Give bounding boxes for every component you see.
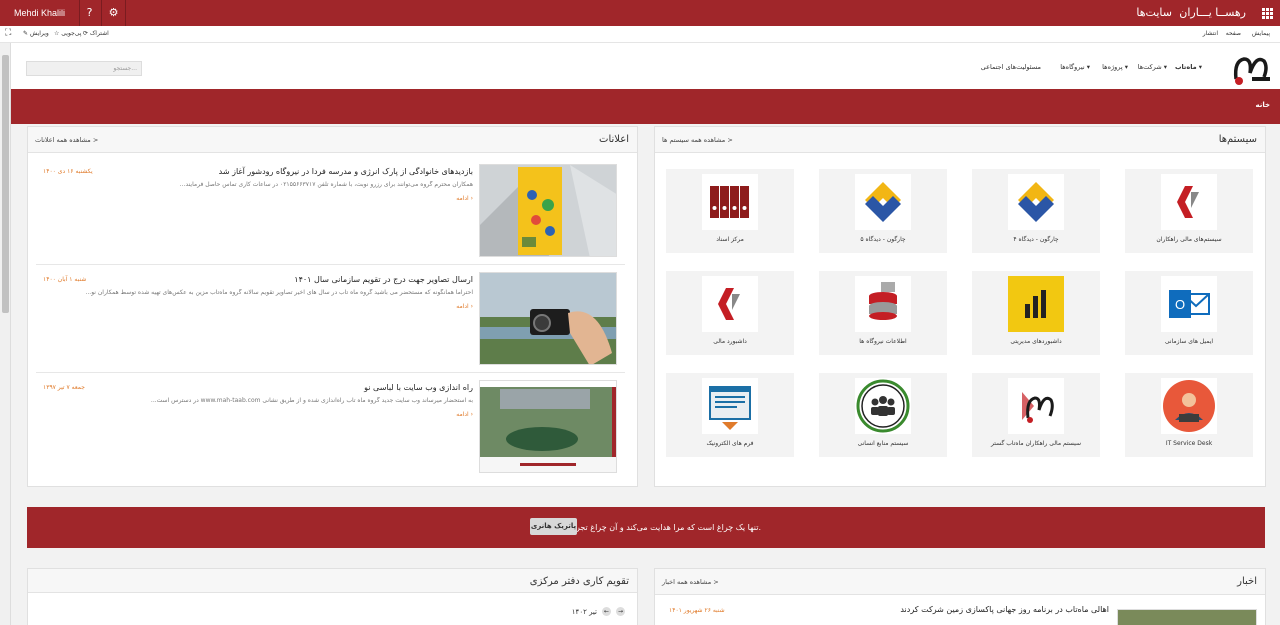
news-thumbnail[interactable] bbox=[1117, 609, 1257, 625]
rahkaran-icon bbox=[1161, 174, 1217, 230]
announcement-thumbnail[interactable] bbox=[479, 380, 617, 473]
announcement-item[interactable]: راه اندازی وب سایت با لباسی نو جمعه ۷ تی… bbox=[36, 377, 625, 481]
website-screenshot-icon bbox=[480, 381, 616, 472]
chargoon-icon bbox=[855, 174, 911, 230]
calendar-title: تقویم کاری دفتر مرکزی bbox=[529, 576, 629, 587]
system-tile-powerbi[interactable]: داشبوردهای مدیریتی bbox=[972, 271, 1100, 355]
system-tile-mahtaab-finance[interactable]: سیستم مالی راهکاران ماه‌تاب گستر bbox=[972, 373, 1100, 457]
announcements-header: اعلانات مشاهده همه اعلانات > bbox=[28, 127, 637, 153]
mahtaab-logo-icon[interactable] bbox=[1230, 47, 1272, 87]
quote-banner: تنها یک چراغ است که مرا هدایت می‌کند و آ… bbox=[27, 507, 1265, 548]
poster-image-icon bbox=[480, 165, 616, 256]
suite-brand[interactable]: رهســا یـــاران bbox=[1179, 6, 1246, 19]
ribbon-publish-tab[interactable]: انتشار bbox=[1203, 30, 1218, 37]
news-item[interactable]: اهالی ماه‌تاب در برنامه روز جهانی پاکساز… bbox=[663, 599, 1257, 625]
system-tile-finance-dashboard[interactable]: داشبورد مالی bbox=[666, 271, 794, 355]
page-scrollbar[interactable] bbox=[0, 43, 11, 625]
form-window-icon bbox=[702, 378, 758, 434]
announcements-panel: اعلانات مشاهده همه اعلانات > بازدیدهای خ… bbox=[27, 126, 638, 487]
user-menu[interactable]: Mehdi Khalili bbox=[0, 0, 81, 26]
nav-item-mahtaab[interactable]: ماه‌تاب ▾ bbox=[1175, 63, 1202, 71]
app-launcher-icon[interactable] bbox=[1254, 0, 1280, 26]
calendar-prev-icon[interactable]: ← bbox=[602, 607, 611, 616]
systems-title: سیستم‌ها bbox=[1218, 134, 1257, 145]
system-tile-chargoon-4[interactable]: چارگون - دیدگاه ۴ bbox=[972, 169, 1100, 253]
system-tile-documents[interactable]: مرکز اسناد bbox=[666, 169, 794, 253]
announcement-item[interactable]: ارسال تصاویر جهت درج در تقویم سازمانی سا… bbox=[36, 269, 625, 373]
announcement-item[interactable]: بازدیدهای خانوادگی از پارک انرژی و مدرسه… bbox=[36, 161, 625, 265]
news-more-link[interactable]: مشاهده همه اخبار > bbox=[662, 578, 719, 586]
binders-icon bbox=[702, 174, 758, 230]
system-tile-eforms[interactable]: فرم های الکترونیک bbox=[666, 373, 794, 457]
mahtaab-logo-icon bbox=[1008, 378, 1064, 434]
ribbon-page-tab[interactable]: صفحه bbox=[1226, 30, 1241, 37]
nav-item-companies[interactable]: شرکت‌ها ▾ bbox=[1138, 63, 1167, 71]
suite-bar: رهســا یـــاران سایت‌ها Mehdi Khalili ? … bbox=[0, 0, 1280, 26]
search-input[interactable]: جستجو... bbox=[26, 61, 142, 76]
users-group-icon bbox=[855, 378, 911, 434]
ribbon-bar: پیمایش صفحه انتشار ⛶ ✎ ویرایش ☆ پی‌جویی … bbox=[0, 26, 1280, 43]
sites-link[interactable]: سایت‌ها bbox=[1136, 6, 1172, 19]
calendar-month-nav: تیر ۱۴۰۲ ← → bbox=[572, 607, 625, 616]
edit-button[interactable]: ✎ ویرایش bbox=[23, 30, 49, 37]
share-button[interactable]: ⟳ اشتراک bbox=[83, 30, 109, 37]
scrollbar-thumb[interactable] bbox=[2, 55, 9, 313]
outlook-icon: O bbox=[1161, 276, 1217, 332]
announcements-title: اعلانات bbox=[599, 134, 629, 145]
site-header: ماه‌تاب ▾ شرکت‌ها ▾ پروژه‌ها ▾ نیروگاه‌ه… bbox=[11, 43, 1280, 89]
systems-more-link[interactable]: مشاهده همه سیستم ها > bbox=[662, 136, 733, 144]
page-banner: خانه bbox=[11, 89, 1280, 124]
svg-text:O: O bbox=[1175, 297, 1185, 312]
systems-panel: سیستم‌ها مشاهده همه سیستم ها > سیستم‌های… bbox=[654, 126, 1266, 487]
system-tile-it-service-desk[interactable]: IT Service Desk bbox=[1125, 373, 1253, 457]
help-icon[interactable]: ? bbox=[78, 0, 102, 26]
calendar-month-label: تیر ۱۴۰۲ bbox=[571, 607, 597, 616]
support-agent-icon bbox=[1161, 378, 1217, 434]
system-tile-email[interactable]: O ایمیل های سازمانی bbox=[1125, 271, 1253, 355]
news-title: اخبار bbox=[1237, 576, 1257, 587]
quote-text: تنها یک چراغ است که مرا هدایت می‌کند و آ… bbox=[550, 523, 761, 532]
calendar-next-icon[interactable]: → bbox=[616, 607, 625, 616]
nav-item-powerplants[interactable]: نیروگاه‌ها ▾ bbox=[1060, 63, 1090, 71]
rahkaran-icon bbox=[702, 276, 758, 332]
calendar-panel: تقویم کاری دفتر مرکزی تیر ۱۴۰۲ ← → bbox=[27, 568, 638, 625]
system-tile-chargoon-5[interactable]: چارگون - دیدگاه ۵ bbox=[819, 169, 947, 253]
breadcrumb[interactable]: خانه bbox=[1255, 101, 1270, 109]
system-tile-powerplant-data[interactable]: اطلاعات نیروگاه ها bbox=[819, 271, 947, 355]
database-icon bbox=[855, 276, 911, 332]
waffle-icon bbox=[1261, 7, 1273, 19]
news-header: اخبار مشاهده همه اخبار > bbox=[655, 569, 1265, 595]
nav-item-projects[interactable]: پروژه‌ها ▾ bbox=[1102, 63, 1128, 71]
system-tile-hr[interactable]: سیستم منابع انسانی bbox=[819, 373, 947, 457]
ribbon-browse-tab[interactable]: پیمایش bbox=[1252, 30, 1270, 37]
nav-item-social[interactable]: مسئولیت‌های اجتماعی bbox=[981, 63, 1041, 71]
settings-icon[interactable]: ⚙ bbox=[102, 0, 126, 26]
quote-author: پاتریک هانری bbox=[530, 518, 577, 535]
announcements-more-link[interactable]: مشاهده همه اعلانات > bbox=[35, 136, 98, 144]
systems-header: سیستم‌ها مشاهده همه سیستم ها > bbox=[655, 127, 1265, 153]
news-panel: اخبار مشاهده همه اخبار > اهالی ماه‌تاب د… bbox=[654, 568, 1266, 625]
system-tile-rahkaran[interactable]: سیستم‌های مالی راهکاران bbox=[1125, 169, 1253, 253]
powerbi-icon bbox=[1008, 276, 1064, 332]
camera-photo-icon bbox=[480, 273, 616, 364]
follow-button[interactable]: ☆ پی‌جویی bbox=[54, 30, 81, 37]
focus-mode-icon[interactable]: ⛶ bbox=[5, 28, 11, 38]
announcement-thumbnail[interactable] bbox=[479, 272, 617, 365]
chargoon-icon bbox=[1008, 174, 1064, 230]
calendar-header: تقویم کاری دفتر مرکزی bbox=[28, 569, 637, 593]
announcement-thumbnail[interactable] bbox=[479, 164, 617, 257]
